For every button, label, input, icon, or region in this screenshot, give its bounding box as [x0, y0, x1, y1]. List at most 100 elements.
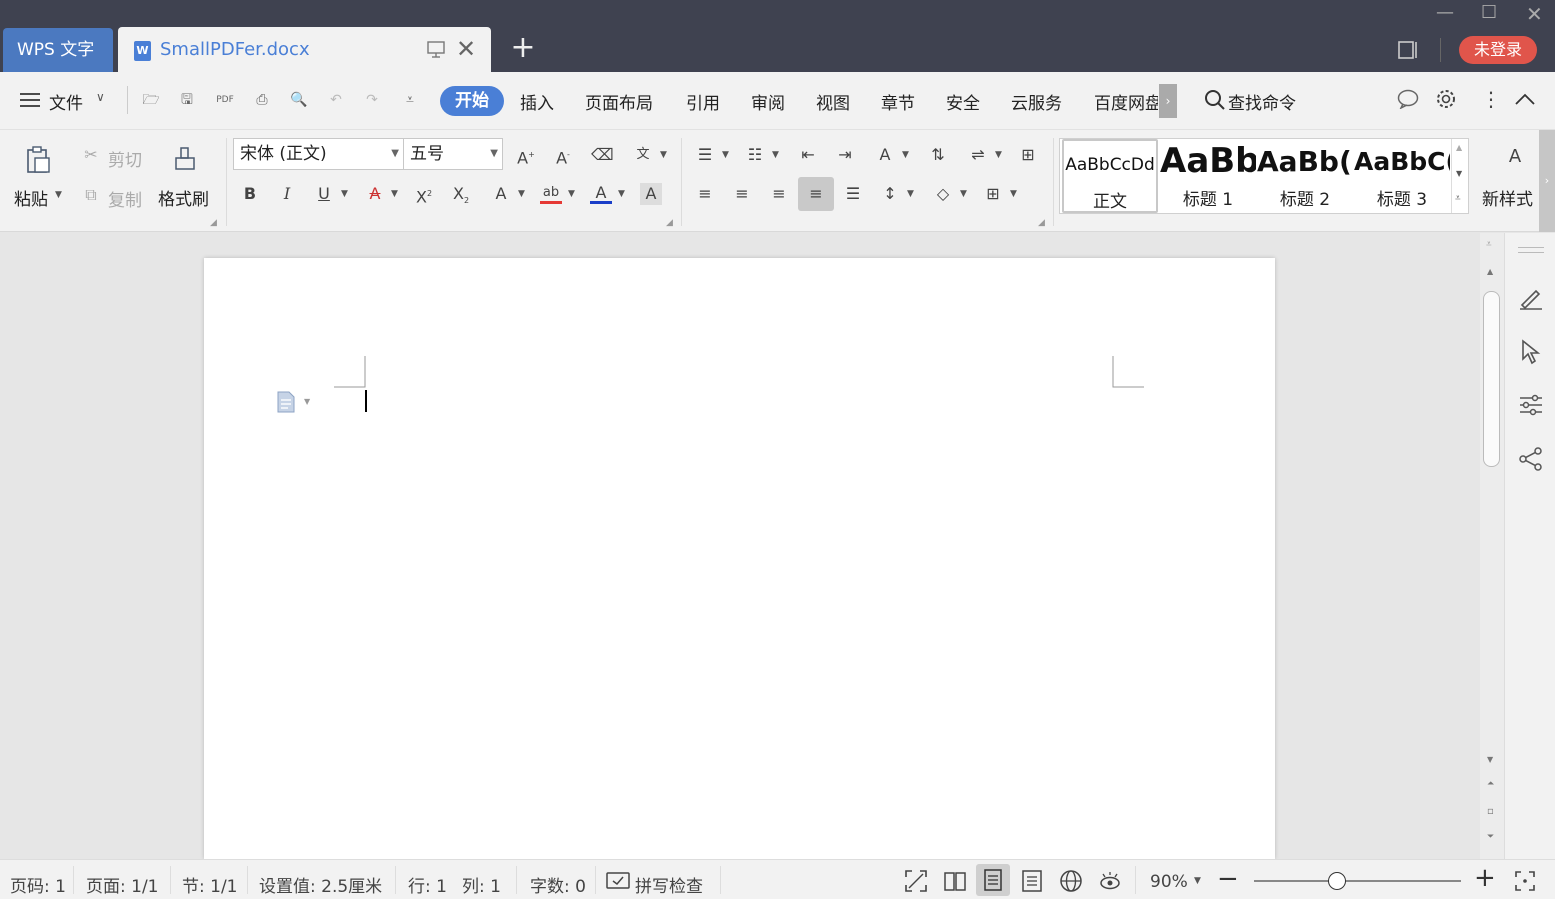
outline-view-icon[interactable]: [1021, 870, 1043, 892]
show-hide-marks-icon[interactable]: ⊞: [1017, 144, 1039, 166]
status-column[interactable]: 列: 1: [462, 872, 501, 897]
text-direction-dropdown-icon[interactable]: ▼: [902, 150, 909, 160]
styles-more-icon[interactable]: ⩡: [1455, 193, 1461, 204]
paste-button[interactable]: 粘贴: [14, 185, 48, 210]
file-menu-chevron-icon[interactable]: ∨: [96, 90, 105, 104]
tab-security[interactable]: 安全: [946, 89, 980, 114]
distribute-icon[interactable]: ☰: [842, 183, 864, 205]
new-tab-button[interactable]: +: [510, 33, 536, 63]
subscript-icon[interactable]: X2: [450, 183, 472, 205]
page-view-button[interactable]: [976, 864, 1010, 896]
search-command[interactable]: 查找命令: [1228, 89, 1296, 114]
paragraph-layout-dropdown-icon[interactable]: ▼: [304, 397, 310, 406]
next-page-icon[interactable]: ⏷: [1487, 832, 1494, 842]
clipboard-expand-icon[interactable]: ◢: [210, 218, 217, 228]
spell-check-button[interactable]: 拼写检查: [635, 872, 703, 897]
web-view-icon[interactable]: [1059, 869, 1083, 893]
font-expand-icon[interactable]: ◢: [666, 218, 673, 228]
hamburger-menu-icon[interactable]: [20, 92, 40, 108]
paste-icon[interactable]: [25, 146, 51, 174]
document-tab[interactable]: W SmallPDFer.docx ✕: [118, 27, 491, 72]
select-pointer-icon[interactable]: [1520, 339, 1542, 365]
line-spacing-icon[interactable]: ↕: [879, 183, 901, 205]
status-section[interactable]: 节: 1/1: [182, 872, 238, 897]
previous-page-icon[interactable]: ⏶: [1487, 779, 1494, 789]
font-size-select[interactable]: 五号 ▼: [403, 138, 503, 170]
increase-indent-icon[interactable]: ⇥: [834, 144, 856, 166]
style-heading-2[interactable]: AaBb( 标题 2: [1257, 139, 1353, 213]
phonetic-guide-icon[interactable]: 文: [632, 144, 654, 166]
reading-mode-icon[interactable]: [1398, 40, 1420, 60]
style-heading-1[interactable]: AaBb 标题 1: [1160, 139, 1256, 213]
zoom-out-icon[interactable]: −: [1217, 864, 1239, 894]
justify-icon[interactable]: ≡: [798, 177, 834, 211]
highlight-dropdown-icon[interactable]: ▼: [568, 189, 575, 199]
pen-edit-icon[interactable]: [1518, 285, 1544, 311]
style-normal[interactable]: AaBbCcDd 正文: [1062, 139, 1158, 213]
comment-icon[interactable]: [1397, 89, 1419, 109]
style-heading-3[interactable]: AaBbC( 标题 3: [1354, 139, 1450, 213]
status-page-code[interactable]: 页码: 1: [10, 872, 66, 897]
file-menu[interactable]: 文件: [49, 89, 83, 114]
tab-references[interactable]: 引用: [686, 89, 720, 114]
strikethrough-dropdown-icon[interactable]: ▼: [391, 189, 398, 199]
phonetic-dropdown-icon[interactable]: ▼: [660, 150, 667, 160]
scroll-split-icon[interactable]: ⩡: [1486, 239, 1492, 250]
status-word-count[interactable]: 字数: 0: [530, 872, 586, 897]
zoom-slider-knob[interactable]: [1327, 872, 1346, 890]
print-preview-icon[interactable]: 🔍: [290, 91, 308, 109]
status-row[interactable]: 行: 1: [408, 872, 447, 897]
adjust-settings-icon[interactable]: [1518, 393, 1544, 417]
line-spacing-options-dropdown-icon[interactable]: ▼: [995, 150, 1002, 160]
tab-baidu-netdisk[interactable]: 百度网盘: [1094, 89, 1158, 114]
align-center-icon[interactable]: ≡: [731, 183, 753, 205]
full-screen-icon[interactable]: [905, 870, 927, 892]
borders-dropdown-icon[interactable]: ▼: [1010, 189, 1017, 199]
share-icon[interactable]: [1518, 446, 1544, 472]
styles-scroll-down-icon[interactable]: ▼: [1456, 169, 1462, 178]
zoom-slider[interactable]: [1254, 880, 1461, 882]
numbered-list-icon[interactable]: ☷: [744, 144, 766, 166]
strikethrough-icon[interactable]: A: [364, 183, 386, 205]
print-icon[interactable]: ⎙: [253, 91, 271, 109]
text-effect-icon[interactable]: A: [490, 183, 512, 205]
wps-app-tab[interactable]: WPS 文字: [3, 28, 113, 72]
numbered-list-dropdown-icon[interactable]: ▼: [772, 150, 779, 160]
increase-font-icon[interactable]: A+: [515, 144, 537, 167]
scroll-up-arrow-icon[interactable]: ▲: [1487, 267, 1493, 276]
status-page[interactable]: 页面: 1/1: [86, 872, 159, 897]
underline-icon[interactable]: U: [313, 183, 335, 205]
reading-view-icon[interactable]: [943, 870, 967, 892]
ribbon-scroll-right-icon[interactable]: ›: [1539, 130, 1555, 232]
more-tabs-arrow-icon[interactable]: ›: [1159, 84, 1177, 118]
highlight-icon[interactable]: ab: [540, 182, 562, 204]
superscript-icon[interactable]: X2: [413, 183, 435, 206]
scrollbar-thumb[interactable]: [1483, 291, 1500, 467]
dock-window-icon[interactable]: [426, 40, 446, 58]
line-spacing-options-icon[interactable]: ⇌: [967, 144, 989, 166]
borders-icon[interactable]: ⊞: [982, 183, 1004, 205]
paragraph-layout-icon[interactable]: [276, 391, 296, 413]
customize-toolbar-icon[interactable]: ⩡: [401, 91, 419, 109]
font-color-dropdown-icon[interactable]: ▼: [618, 189, 625, 199]
font-size-dropdown-icon[interactable]: ▼: [490, 139, 498, 169]
close-window-icon[interactable]: ✕: [1526, 2, 1543, 26]
bold-icon[interactable]: B: [239, 183, 261, 205]
align-right-icon[interactable]: ≡: [768, 183, 790, 205]
copy-icon[interactable]: ⧉: [80, 184, 102, 206]
new-style-icon[interactable]: A: [1504, 146, 1526, 168]
new-style-button[interactable]: 新样式: [1482, 185, 1533, 210]
tab-cloud-service[interactable]: 云服务: [1011, 89, 1062, 114]
spell-check-icon[interactable]: [606, 871, 630, 891]
vertical-scrollbar[interactable]: ⩡ ▲ ▼ ⏶ ▫ ⏷: [1480, 233, 1504, 859]
italic-icon[interactable]: I: [276, 183, 298, 205]
shading-dropdown-icon[interactable]: ▼: [960, 189, 967, 199]
open-folder-icon[interactable]: 🗁: [142, 91, 160, 109]
zoom-dropdown-icon[interactable]: ▼: [1194, 876, 1201, 886]
redo-icon[interactable]: ↷: [363, 91, 381, 109]
scroll-down-arrow-icon[interactable]: ▼: [1487, 755, 1493, 764]
tab-chapter[interactable]: 章节: [881, 89, 915, 114]
text-effect-dropdown-icon[interactable]: ▼: [518, 189, 525, 199]
bullet-list-dropdown-icon[interactable]: ▼: [722, 150, 729, 160]
decrease-font-icon[interactable]: A-: [552, 144, 574, 167]
